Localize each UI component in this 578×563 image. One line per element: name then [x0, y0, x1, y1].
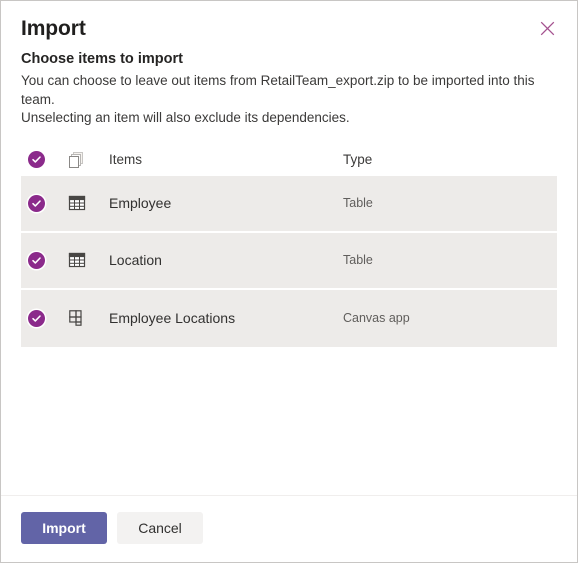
- check-glyph: [32, 199, 41, 207]
- close-icon[interactable]: [533, 14, 561, 42]
- column-header-items: Items: [109, 152, 143, 167]
- check-circle-filled-icon: [28, 251, 45, 269]
- canvas-app-icon-glyph: [69, 310, 82, 326]
- row-checkbox[interactable]: [21, 309, 61, 327]
- check-glyph: [32, 256, 41, 264]
- dialog-description: You can choose to leave out items from R…: [21, 72, 557, 128]
- row-item-name: Employee: [109, 195, 172, 211]
- page-title: Import: [21, 17, 86, 40]
- table-row[interactable]: Employee Table: [21, 175, 557, 233]
- description-line-1: You can choose to leave out items from R…: [21, 73, 535, 107]
- check-circle-filled-icon: [28, 194, 45, 212]
- row-item-type: Canvas app: [343, 311, 410, 325]
- table-grid-icon-glyph: [68, 252, 86, 268]
- row-checkbox[interactable]: [21, 194, 61, 212]
- row-checkbox[interactable]: [21, 251, 61, 269]
- table-header-row: Items Type: [21, 143, 557, 176]
- row-item-name: Location: [109, 252, 162, 268]
- copy-pages-icon: [61, 150, 107, 170]
- check-circle-filled-icon: [28, 309, 45, 327]
- row-item-type: Table: [343, 196, 373, 210]
- canvas-app-icon: [61, 308, 107, 328]
- table-row[interactable]: Location Table: [21, 232, 557, 290]
- table-grid-icon: [61, 193, 107, 213]
- column-header-type: Type: [343, 152, 373, 167]
- dialog-footer: Import Cancel: [1, 495, 577, 562]
- select-all-checkbox[interactable]: [21, 151, 61, 168]
- row-item-name: Employee Locations: [109, 310, 236, 326]
- row-item-type: Table: [343, 253, 373, 267]
- cancel-button[interactable]: Cancel: [117, 512, 203, 544]
- copy-pages-icon-glyph: [69, 151, 83, 168]
- check-circle-filled-icon: [28, 151, 45, 168]
- table-grid-icon: [61, 250, 107, 270]
- description-line-2: Unselecting an item will also exclude it…: [21, 110, 350, 125]
- close-icon-glyph: [540, 21, 554, 35]
- dialog-header: Import Choose items to import You can ch…: [1, 1, 577, 128]
- dialog-subtitle: Choose items to import: [21, 51, 183, 67]
- table-row[interactable]: Employee Locations Canvas app: [21, 289, 557, 347]
- check-glyph: [32, 156, 41, 163]
- table-grid-icon-glyph: [68, 195, 86, 211]
- check-glyph: [32, 314, 41, 322]
- items-table: Items Type Employee Table Location Table…: [1, 143, 577, 496]
- import-button[interactable]: Import: [21, 512, 107, 544]
- import-dialog: Import Choose items to import You can ch…: [0, 0, 578, 563]
